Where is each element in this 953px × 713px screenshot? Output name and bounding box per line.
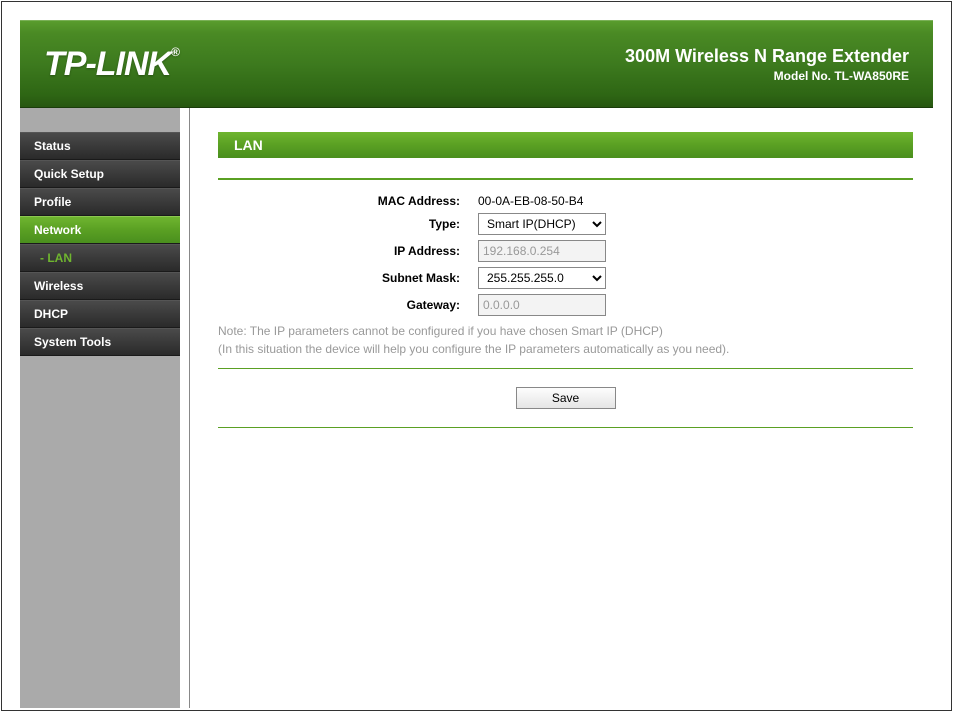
sidebar-item-status[interactable]: Status: [20, 132, 180, 160]
header-banner: TP-LINK® 300M Wireless N Range Extender …: [20, 20, 933, 108]
subnet-mask-label: Subnet Mask:: [218, 271, 478, 285]
ip-address-input: [478, 240, 606, 262]
sidebar-item-dhcp[interactable]: DHCP: [20, 300, 180, 328]
ip-address-label: IP Address:: [218, 244, 478, 258]
product-name: 300M Wireless N Range Extender: [625, 46, 909, 67]
model-number: Model No. TL-WA850RE: [625, 69, 909, 83]
sidebar-item-system-tools[interactable]: System Tools: [20, 328, 180, 356]
sidebar-item-profile[interactable]: Profile: [20, 188, 180, 216]
type-label: Type:: [218, 217, 478, 231]
config-note: Note: The IP parameters cannot be config…: [218, 322, 913, 358]
page-title: LAN: [218, 132, 913, 158]
main-content: LAN MAC Address: 00-0A-EB-08-50-B4 Type:…: [198, 108, 933, 708]
save-button[interactable]: Save: [516, 387, 616, 409]
sidebar-item-network[interactable]: Network: [20, 216, 180, 244]
gateway-label: Gateway:: [218, 298, 478, 312]
vertical-divider: [180, 108, 198, 708]
mac-address-label: MAC Address:: [218, 194, 478, 208]
subnet-mask-select[interactable]: 255.255.255.0: [478, 267, 606, 289]
brand-logo: TP-LINK®: [44, 45, 179, 84]
sidebar-item-quick-setup[interactable]: Quick Setup: [20, 160, 180, 188]
sidebar-nav: Status Quick Setup Profile Network - LAN…: [20, 108, 180, 708]
sidebar-item-wireless[interactable]: Wireless: [20, 272, 180, 300]
mac-address-value: 00-0A-EB-08-50-B4: [478, 194, 583, 208]
type-select[interactable]: Smart IP(DHCP): [478, 213, 606, 235]
divider: [218, 427, 913, 428]
sidebar-subitem-lan[interactable]: - LAN: [20, 244, 180, 272]
gateway-input: [478, 294, 606, 316]
